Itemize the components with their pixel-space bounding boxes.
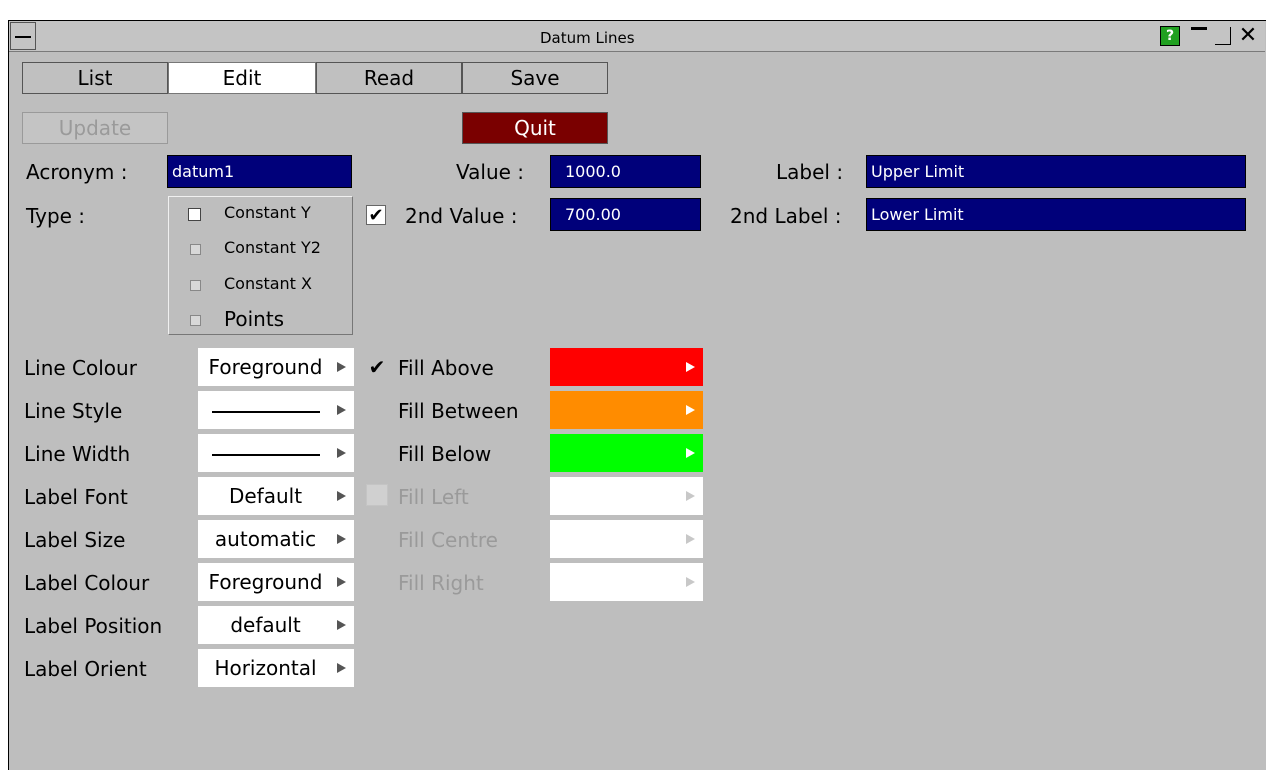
popup-arrow-icon (686, 577, 695, 587)
fill-between-colour[interactable] (550, 391, 703, 429)
second-value-field[interactable]: 700.00 (550, 198, 701, 231)
fill-below-colour[interactable] (550, 434, 703, 472)
popup-arrow-icon (686, 534, 695, 544)
fill-above-colour[interactable] (550, 348, 703, 386)
fill-left-colour[interactable] (550, 477, 703, 515)
line-width-popup[interactable] (198, 434, 354, 472)
popup-arrow-icon (337, 620, 346, 630)
type-option-constant-y[interactable]: Constant Y (186, 201, 346, 227)
popup-arrow-icon (337, 663, 346, 673)
type-label: Type : (26, 204, 86, 228)
line-style-preview (198, 398, 333, 422)
fill-centre-label: Fill Centre (398, 528, 498, 552)
fill-above-checkbox[interactable]: ✔ (366, 356, 388, 378)
value-field[interactable]: 1000.0 (550, 155, 701, 188)
label-field[interactable]: Upper Limit (866, 155, 1246, 188)
line-colour-popup[interactable]: Foreground (198, 348, 354, 386)
popup-arrow-icon (337, 491, 346, 501)
label-position-popup[interactable]: default (198, 606, 354, 644)
window-title: Datum Lines (540, 29, 635, 47)
maximize-button[interactable] (1212, 24, 1234, 48)
fill-between-label: Fill Between (398, 399, 519, 423)
label-size-label: Label Size (24, 528, 126, 552)
maximize-icon (1215, 27, 1231, 45)
type-option-points[interactable]: Points (186, 305, 346, 333)
label-orient-label: Label Orient (24, 657, 147, 681)
update-button[interactable]: Update (22, 112, 168, 144)
title-bar[interactable] (9, 21, 1265, 52)
fill-above-label: Fill Above (398, 356, 494, 380)
second-value-label: 2nd Value : (405, 204, 518, 228)
minimize-icon (1191, 27, 1207, 30)
label-position-label: Label Position (24, 614, 163, 638)
popup-arrow-icon (337, 577, 346, 587)
radio-icon (188, 208, 201, 221)
tab-save[interactable]: Save (462, 62, 608, 94)
value-label: Value : (456, 160, 525, 184)
popup-arrow-icon (337, 405, 346, 415)
popup-arrow-icon (686, 491, 695, 501)
radio-icon (190, 280, 201, 291)
type-option-constant-x[interactable]: Constant X (186, 271, 346, 297)
popup-arrow-icon (337, 362, 346, 372)
line-style-popup[interactable] (198, 391, 354, 429)
minimize-button[interactable] (1188, 24, 1210, 48)
tab-read[interactable]: Read (316, 62, 462, 94)
label-font-popup[interactable]: Default (198, 477, 354, 515)
radio-icon (190, 315, 201, 326)
tab-list[interactable]: List (22, 62, 168, 94)
popup-arrow-icon (686, 362, 695, 372)
acronym-label: Acronym : (26, 160, 128, 184)
second-label-label: 2nd Label : (730, 204, 842, 228)
fill-right-label: Fill Right (398, 571, 484, 595)
window-menu-button[interactable] (10, 22, 36, 50)
popup-arrow-icon (337, 534, 346, 544)
label-orient-popup[interactable]: Horizontal (198, 649, 354, 687)
fill-centre-colour[interactable] (550, 520, 703, 558)
fill-left-label: Fill Left (398, 485, 469, 509)
checkmark-icon: ✔ (368, 355, 386, 379)
label-label: Label : (776, 160, 844, 184)
radio-icon (190, 244, 201, 255)
help-icon: ? (1165, 28, 1175, 44)
help-button[interactable]: ? (1160, 26, 1180, 46)
checkmark-icon: ✔ (368, 204, 384, 226)
label-font-label: Label Font (24, 485, 128, 509)
fill-below-label: Fill Below (398, 442, 492, 466)
close-icon: ✕ (1238, 23, 1258, 48)
line-colour-label: Line Colour (24, 356, 137, 380)
popup-arrow-icon (337, 448, 346, 458)
popup-arrow-icon (686, 405, 695, 415)
label-colour-popup[interactable]: Foreground (198, 563, 354, 601)
line-width-preview (198, 441, 333, 465)
type-option-constant-y2[interactable]: Constant Y2 (186, 235, 346, 261)
line-width-label: Line Width (24, 442, 131, 466)
window-menu-icon (15, 36, 31, 38)
label-colour-label: Label Colour (24, 571, 150, 595)
fill-right-colour[interactable] (550, 563, 703, 601)
fill-left-checkbox[interactable] (366, 484, 388, 506)
second-label-field[interactable]: Lower Limit (866, 198, 1246, 231)
popup-arrow-icon (686, 448, 695, 458)
second-value-checkbox[interactable]: ✔ (366, 204, 386, 226)
label-size-popup[interactable]: automatic (198, 520, 354, 558)
tab-edit[interactable]: Edit (168, 62, 316, 94)
close-button[interactable]: ✕ (1236, 24, 1260, 48)
acronym-field[interactable]: datum1 (167, 155, 352, 188)
quit-button[interactable]: Quit (462, 112, 608, 144)
line-style-label: Line Style (24, 399, 123, 423)
